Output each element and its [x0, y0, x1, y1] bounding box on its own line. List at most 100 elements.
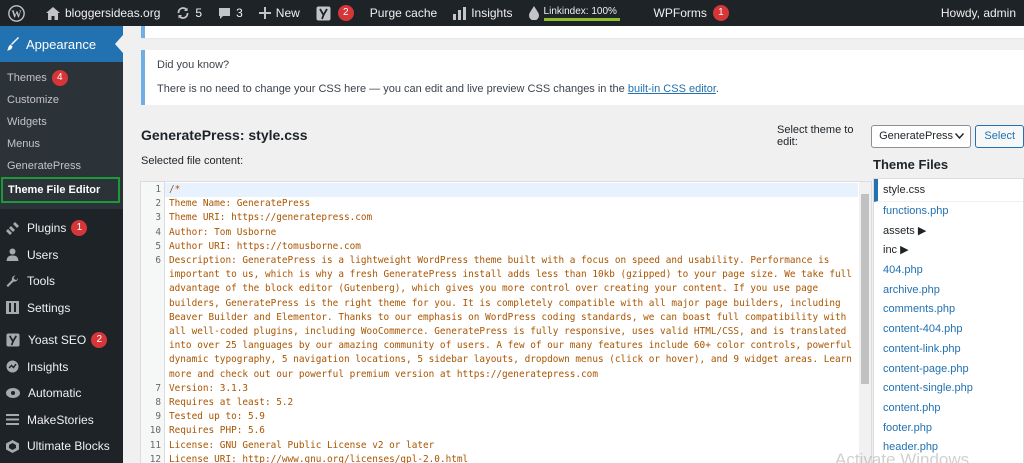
- wpforms-link[interactable]: WPForms 1: [646, 0, 737, 26]
- wpforms-badge: 1: [712, 5, 729, 21]
- yoast-badge: 2: [337, 5, 354, 21]
- menu-appearance[interactable]: Appearance: [0, 26, 123, 62]
- line-number: 4: [155, 226, 161, 238]
- scrollbar-thumb[interactable]: [861, 194, 869, 384]
- theme-file-item[interactable]: comments.php: [874, 300, 1023, 320]
- menu-settings[interactable]: Settings: [0, 295, 123, 322]
- plug-icon: [6, 221, 19, 235]
- line-text: Theme Name: GeneratePress: [169, 198, 311, 210]
- chevron-down-icon: [955, 133, 965, 139]
- menu-makestories[interactable]: MakeStories: [0, 407, 123, 434]
- menu-automatic[interactable]: Automatic: [0, 380, 123, 407]
- theme-file-item[interactable]: footer.php: [874, 419, 1023, 439]
- code-line[interactable]: 7 Version: 3.1.3: [141, 382, 861, 396]
- submenu-menus[interactable]: Menus: [0, 133, 123, 155]
- select-theme-button[interactable]: Select: [975, 124, 1024, 148]
- menu-ultimate-blocks[interactable]: Ultimate Blocks: [0, 433, 123, 460]
- comments-link[interactable]: 3: [210, 0, 251, 26]
- line-number: 1: [155, 184, 161, 195]
- submenu-theme-file-editor[interactable]: Theme File Editor: [1, 177, 120, 203]
- menu-users[interactable]: Users: [0, 242, 123, 269]
- line-number: 7: [155, 382, 161, 394]
- menu-settings-label: Settings: [27, 300, 71, 315]
- editing-file-title: GeneratePress: style.css: [141, 127, 308, 143]
- css-editor-link[interactable]: built-in CSS editor: [628, 83, 716, 95]
- yoast-link[interactable]: 2: [308, 0, 362, 26]
- select-theme-label: Select theme to edit:: [777, 124, 854, 148]
- theme-files-list: style.css functions.php assets ▶ inc ▶ 404.p…: [873, 178, 1024, 463]
- submenu-customize[interactable]: Customize: [0, 89, 123, 111]
- site-name-link[interactable]: bloggersideas.org: [38, 0, 168, 26]
- purge-cache-label: Purge cache: [369, 6, 438, 20]
- stories-icon: [6, 414, 19, 426]
- menu-plugins[interactable]: Plugins 1: [0, 215, 123, 242]
- code-line[interactable]: 4 Author: Tom Usborne: [141, 226, 861, 240]
- code-line[interactable]: 8 Requires at least: 5.2: [141, 396, 861, 410]
- previous-notice: [141, 26, 1024, 38]
- theme-file-item[interactable]: content-single.php: [874, 379, 1023, 399]
- submenu-label: GeneratePress: [7, 160, 81, 172]
- theme-select-dropdown[interactable]: GeneratePress: [871, 124, 972, 148]
- theme-file-item[interactable]: archive.php: [874, 281, 1023, 301]
- line-text: Version: 3.1.3: [169, 382, 249, 394]
- theme-file-item[interactable]: content-page.php: [874, 360, 1023, 380]
- theme-file-item[interactable]: style.css: [874, 179, 1023, 202]
- howdy-label: Howdy, admin: [940, 6, 1016, 20]
- line-text: License: GNU General Public License v2 o…: [169, 439, 435, 451]
- submenu-label: Customize: [7, 94, 59, 106]
- blocks-icon: [6, 439, 19, 453]
- menu-users-label: Users: [27, 247, 59, 262]
- bar-chart-icon: [453, 6, 467, 20]
- code-line[interactable]: 3 Theme URI: https://generatepress.com: [141, 211, 861, 225]
- wpforms-label: WPForms: [653, 6, 707, 20]
- theme-folder-item[interactable]: inc ▶: [874, 241, 1023, 261]
- submenu-generatepress[interactable]: GeneratePress: [0, 155, 123, 177]
- theme-file-item[interactable]: content-404.php: [874, 320, 1023, 340]
- selected-theme: GeneratePress: [879, 130, 954, 142]
- submenu-themes[interactable]: Themes 4: [0, 67, 123, 89]
- insights-link[interactable]: Insights: [445, 0, 520, 26]
- menu-yoast-seo[interactable]: Yoast SEO 2: [0, 327, 123, 354]
- theme-file-item[interactable]: functions.php: [874, 202, 1023, 222]
- updates-count: 5: [195, 6, 203, 20]
- theme-file-item[interactable]: 404.php: [874, 261, 1023, 281]
- updates-link[interactable]: 5: [168, 0, 210, 26]
- code-line[interactable]: 9 Tested up to: 5.9: [141, 410, 861, 424]
- code-line[interactable]: 1 /*: [141, 183, 861, 198]
- theme-folder-item[interactable]: assets ▶: [874, 222, 1023, 242]
- line-number: 11: [149, 439, 161, 451]
- code-content[interactable]: 1 /* 2 Theme Name: GeneratePress 3 Theme URI:…: [141, 183, 861, 463]
- site-name: bloggersideas.org: [65, 6, 161, 20]
- yoast-menu-badge: 2: [91, 332, 108, 349]
- menu-insights-label: Insights: [27, 359, 69, 374]
- plugins-badge: 1: [71, 220, 88, 237]
- menu-insights[interactable]: Insights: [0, 354, 123, 381]
- linkindex-link[interactable]: Linkindex: 100%: [521, 0, 628, 26]
- admin-bar: W bloggersideas.org 5 3 New 2 Purge cach…: [0, 0, 1024, 26]
- code-line[interactable]: 2 Theme Name: GeneratePress: [141, 197, 861, 211]
- wordpress-logo-icon[interactable]: W: [0, 0, 38, 26]
- submenu-widgets[interactable]: Widgets: [0, 111, 123, 133]
- paintbrush-icon: [7, 37, 19, 51]
- theme-file-item[interactable]: content-link.php: [874, 340, 1023, 360]
- code-line[interactable]: 5 Author URI: https://tomusborne.com: [141, 240, 861, 254]
- new-content-link[interactable]: New: [251, 0, 308, 26]
- code-editor[interactable]: 1 /* 2 Theme Name: GeneratePress 3 Theme URI:…: [140, 181, 872, 463]
- line-number: 5: [155, 240, 161, 252]
- howdy-account-link[interactable]: Howdy, admin: [933, 0, 1024, 26]
- line-text: Tested up to: 5.9: [169, 411, 265, 423]
- code-line[interactable]: 6 Description: GeneratePress is a lightwe…: [141, 254, 861, 382]
- new-label: New: [275, 6, 300, 20]
- code-line[interactable]: 11 License: GNU General Public License v2…: [141, 439, 861, 453]
- line-text: Theme URI: https://generatepress.com: [169, 212, 373, 224]
- purge-cache-link[interactable]: Purge cache: [362, 0, 445, 26]
- code-line[interactable]: 12 License URI: http://www.gnu.org/licens…: [141, 453, 861, 463]
- theme-file-item[interactable]: content.php: [874, 399, 1023, 419]
- code-line[interactable]: 10 Requires PHP: 5.6: [141, 424, 861, 438]
- line-number: 8: [155, 397, 161, 409]
- comment-icon: [219, 7, 231, 19]
- editor-scrollbar[interactable]: [859, 182, 871, 463]
- menu-tools[interactable]: Tools: [0, 268, 123, 295]
- notice-body: There is no need to change your CSS here…: [157, 83, 1024, 95]
- plus-icon: [258, 7, 271, 19]
